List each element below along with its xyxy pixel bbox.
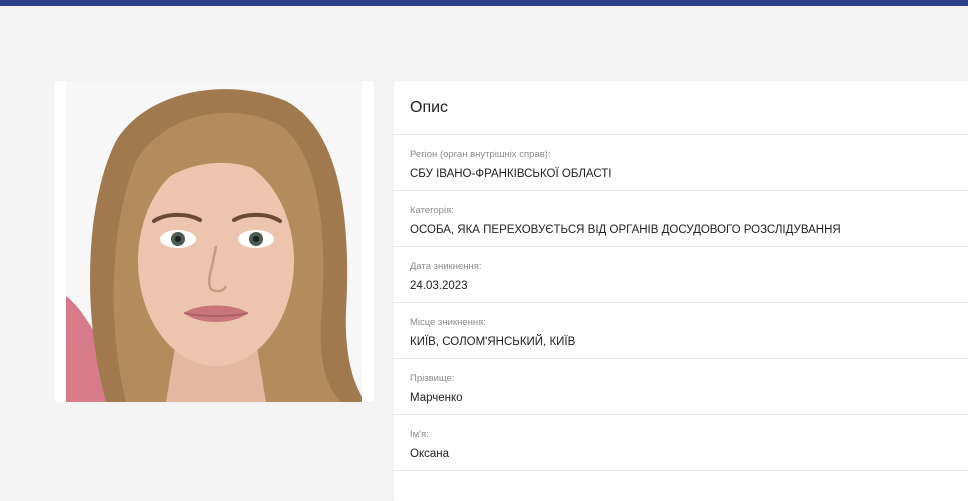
field-value: Марченко bbox=[410, 392, 463, 404]
person-photo bbox=[66, 81, 362, 402]
region-field: Регіон (орган внутрішніх справ): СБУ ІВА… bbox=[394, 135, 968, 191]
field-label: Прізвище: bbox=[410, 373, 455, 384]
field-label: Місце зникнення: bbox=[410, 317, 486, 328]
field-label: Категорія: bbox=[410, 205, 454, 216]
field-label: Дата зникнення: bbox=[410, 261, 482, 272]
field-value: Оксана bbox=[410, 448, 449, 460]
field-value: 24.03.2023 bbox=[410, 280, 468, 292]
disappearance-place-field: Місце зникнення: КИЇВ, СОЛОМ'ЯНСЬКИЙ, КИ… bbox=[394, 303, 968, 359]
first-name-field: Ім'я: Оксана bbox=[394, 415, 968, 471]
field-value: КИЇВ, СОЛОМ'ЯНСЬКИЙ, КИЇВ bbox=[410, 336, 576, 348]
description-card: Опис Регіон (орган внутрішніх справ): СБ… bbox=[394, 81, 968, 501]
surname-field: Прізвище: Марченко bbox=[394, 359, 968, 415]
field-value: СБУ ІВАНО-ФРАНКІВСЬКОЇ ОБЛАСТІ bbox=[410, 168, 612, 180]
field-value: ОСОБА, ЯКА ПЕРЕХОВУЄТЬСЯ ВІД ОРГАНІВ ДОС… bbox=[410, 224, 841, 236]
photo-card bbox=[54, 81, 374, 402]
section-title: Опис bbox=[394, 81, 968, 135]
disappearance-date-field: Дата зникнення: 24.03.2023 bbox=[394, 247, 968, 303]
category-field: Категорія: ОСОБА, ЯКА ПЕРЕХОВУЄТЬСЯ ВІД … bbox=[394, 191, 968, 247]
field-label: Регіон (орган внутрішніх справ): bbox=[410, 149, 551, 160]
field-label: Ім'я: bbox=[410, 429, 429, 440]
header-bar bbox=[0, 0, 968, 6]
